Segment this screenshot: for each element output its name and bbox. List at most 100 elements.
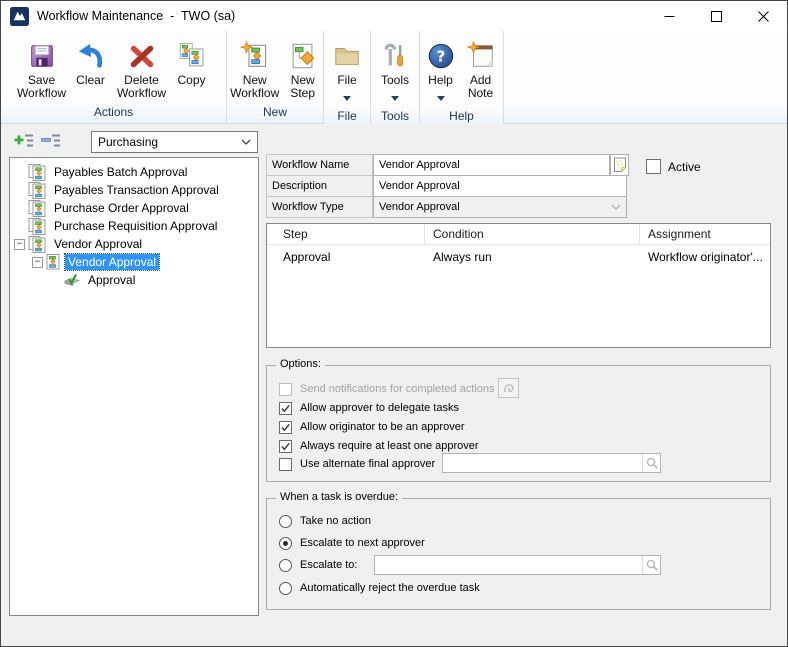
expand-all-button[interactable]: [13, 131, 35, 151]
escalate-to-field: [374, 555, 661, 575]
dropdown-arrow-icon: [343, 88, 351, 106]
alternate-approver-option[interactable]: Use alternate final approver: [279, 456, 435, 472]
folder-icon: [332, 39, 362, 71]
note-attach-button[interactable]: [610, 154, 629, 176]
chevron-down-icon: [611, 204, 621, 210]
workflow-pages-icon: [28, 164, 46, 181]
tree-item[interactable]: Purchase Requisition Approval: [10, 217, 258, 235]
tree-item[interactable]: Purchase Order Approval: [10, 199, 258, 217]
help-menu-button[interactable]: ? Help: [422, 37, 460, 106]
new-workflow-icon: [239, 39, 271, 71]
tree-item[interactable]: Payables Transaction Approval: [10, 181, 258, 199]
main-area: Purchasing Payables Batch Approval Payab…: [1, 124, 787, 646]
app-icon: [10, 7, 29, 26]
collapse-all-button[interactable]: [40, 131, 62, 151]
column-header-condition: Condition: [425, 224, 640, 244]
toolbar-group-label-new: New: [227, 102, 323, 123]
notification-list-button: [498, 378, 519, 398]
collapse-icon[interactable]: −: [14, 239, 25, 250]
workflow-pages-icon: [28, 182, 46, 199]
active-label: Active: [668, 160, 701, 174]
maximize-button[interactable]: [693, 1, 740, 31]
title-bar: Workflow Maintenance - TWO (sa): [1, 1, 787, 31]
close-button[interactable]: [740, 1, 787, 31]
workflow-pages-icon: [28, 218, 46, 235]
auto-reject-option[interactable]: Automatically reject the overdue task: [279, 580, 480, 596]
lookup-icon: [642, 454, 660, 472]
workflow-page-icon: [46, 254, 60, 270]
allow-delegate-checkbox[interactable]: [279, 402, 292, 415]
workflow-type-label: Workflow Type: [266, 196, 373, 218]
minimize-button[interactable]: [646, 1, 693, 31]
copy-icon: [177, 39, 207, 71]
steps-table-header: Step Condition Assignment: [267, 224, 770, 245]
alternate-approver-checkbox[interactable]: [279, 458, 292, 471]
tree-item-selected[interactable]: − Vendor Approval: [10, 253, 258, 271]
file-menu-button[interactable]: File: [325, 37, 369, 106]
escalate-to-option[interactable]: Escalate to:: [279, 557, 357, 573]
toolbar-group-label-actions: Actions: [1, 102, 226, 123]
save-workflow-button[interactable]: Save Workflow: [15, 37, 69, 101]
description-input[interactable]: Vendor Approval: [373, 175, 627, 197]
workflow-category-dropdown[interactable]: Purchasing: [91, 131, 258, 153]
tools-menu-button[interactable]: Tools: [372, 37, 419, 106]
table-row[interactable]: Approval Always run Workflow originator'…: [267, 245, 770, 269]
workflow-maintenance-window: Workflow Maintenance - TWO (sa): [0, 0, 788, 647]
toolbar-group-actions: Save Workflow Clear: [1, 31, 226, 123]
escalate-next-option[interactable]: Escalate to next approver: [279, 535, 425, 551]
allow-delegate-option[interactable]: Allow approver to delegate tasks: [279, 400, 459, 416]
overdue-legend: When a task is overdue:: [276, 491, 402, 503]
options-groupbox: Options: Send notifications for complete…: [266, 365, 771, 482]
delete-workflow-button[interactable]: Delete Workflow: [113, 37, 171, 101]
send-notifications-checkbox: [279, 383, 292, 396]
window-title: Workflow Maintenance - TWO (sa): [37, 9, 235, 23]
add-note-button[interactable]: Add Note: [460, 37, 502, 101]
new-workflow-button[interactable]: New Workflow: [227, 37, 282, 101]
note-page-icon: [613, 157, 627, 173]
undo-icon: [76, 39, 106, 71]
toolbar-group-tools: Tools Tools: [370, 31, 419, 123]
tree-item[interactable]: − Vendor Approval: [10, 235, 258, 253]
alternate-approver-input: [443, 454, 642, 472]
require-approver-option[interactable]: Always require at least one approver: [279, 438, 479, 454]
collapse-icon[interactable]: −: [32, 257, 43, 268]
note-icon: [466, 39, 496, 71]
escalate-to-radio[interactable]: [279, 559, 292, 572]
tree-item[interactable]: Payables Batch Approval: [10, 163, 258, 181]
new-step-button[interactable]: New Step: [282, 37, 323, 101]
options-legend: Options:: [276, 358, 325, 370]
copy-button[interactable]: Copy: [171, 37, 213, 87]
toolbar-group-file: File File: [323, 31, 370, 123]
new-step-icon: [287, 39, 319, 71]
allow-originator-checkbox[interactable]: [279, 421, 292, 434]
workflow-name-input[interactable]: Vendor Approval: [373, 154, 610, 176]
tools-icon: [380, 39, 410, 71]
send-notifications-option: Send notifications for completed actions: [279, 381, 494, 397]
steps-table: Step Condition Assignment Approval Alway…: [266, 223, 771, 348]
alternate-approver-field: [442, 453, 661, 473]
delete-icon: [127, 39, 157, 71]
dropdown-arrow-icon: [437, 88, 445, 106]
clear-button[interactable]: Clear: [69, 37, 113, 87]
help-icon: ?: [426, 39, 456, 71]
chevron-down-icon: [241, 139, 251, 145]
workflow-name-label: Workflow Name: [266, 154, 373, 176]
active-checkbox[interactable]: [646, 159, 661, 174]
require-approver-checkbox[interactable]: [279, 440, 292, 453]
escalate-to-input: [375, 556, 642, 574]
category-value: Purchasing: [98, 135, 158, 149]
allow-originator-option[interactable]: Allow originator to be an approver: [279, 419, 464, 435]
toolbar-ribbon: Save Workflow Clear: [1, 31, 787, 124]
column-header-assignment: Assignment: [640, 224, 770, 244]
take-no-action-radio[interactable]: [279, 515, 292, 528]
tree-item[interactable]: Approval: [10, 271, 258, 289]
toolbar-group-help: ? Help Add Note Hel: [419, 31, 503, 123]
notification-icon: [501, 380, 517, 396]
workflow-type-dropdown: Vendor Approval: [373, 196, 627, 218]
auto-reject-radio[interactable]: [279, 582, 292, 595]
workflow-pages-icon: [28, 200, 46, 217]
escalate-next-radio[interactable]: [279, 537, 292, 550]
overdue-groupbox: When a task is overdue: Take no action E…: [266, 498, 771, 610]
take-no-action-option[interactable]: Take no action: [279, 513, 371, 529]
approval-flag-icon: [64, 273, 80, 287]
